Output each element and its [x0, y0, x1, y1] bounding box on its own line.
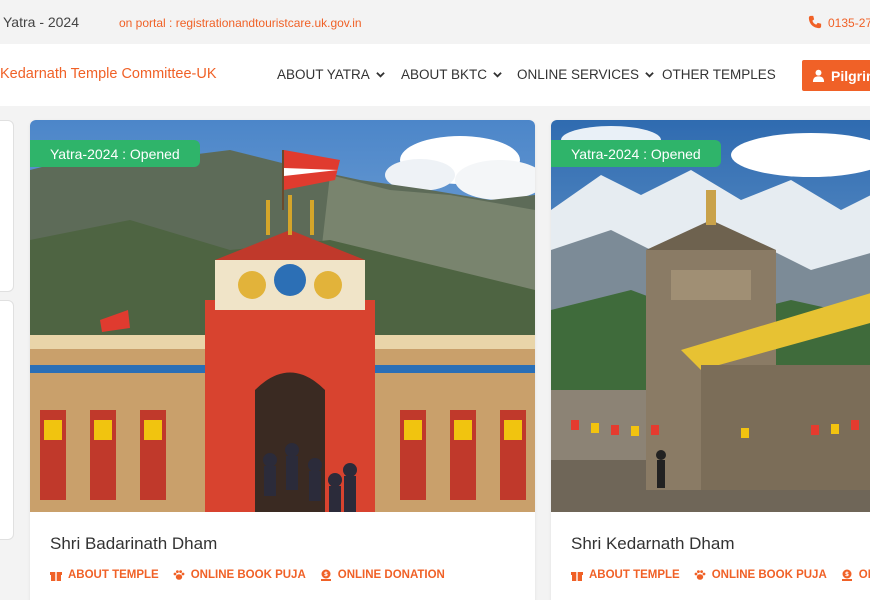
pilgrim-button-label: Pilgrim [831, 67, 870, 84]
badrinath-temple-image [30, 120, 535, 512]
user-icon [812, 69, 825, 82]
temple-title[interactable]: Shri Kedarnath Dham [571, 534, 734, 554]
phone-number[interactable]: 0135-27 [828, 16, 870, 30]
about-temple-link[interactable]: ABOUT TEMPLE [50, 569, 159, 581]
donation-icon: $ [841, 569, 852, 581]
chevron-down-icon [645, 72, 654, 78]
online-donation-link[interactable]: $ ONLINE DONATION [320, 569, 445, 581]
online-donation-label: ONLINE DONATION [337, 569, 445, 581]
temple-card-badrinath[interactable]: Yatra-2024 : Opened Shri Badarinath Dham… [30, 120, 535, 600]
about-temple-label: ABOUT TEMPLE [68, 569, 159, 581]
nav-about-bktc[interactable]: ABOUT BKTC [401, 67, 502, 82]
temple-links: ABOUT TEMPLE ONLINE BOOK PUJA $ ONLINE D… [50, 569, 445, 581]
nav-online-services-label: ONLINE SERVICES [517, 67, 640, 82]
online-book-puja-link[interactable]: ONLINE BOOK PUJA [173, 569, 306, 581]
online-book-puja-link[interactable]: ONLINE BOOK PUJA [694, 569, 827, 581]
chevron-down-icon [376, 72, 385, 78]
pilgrim-button[interactable]: Pilgrim [802, 60, 870, 91]
kedarnath-temple-image [551, 120, 870, 512]
nav-other-temples-label: OTHER TEMPLES [662, 67, 776, 82]
online-donation-link[interactable]: $ ONLINE DONATION [841, 569, 870, 581]
online-donation-label: ONLINE DONATION [858, 569, 870, 581]
nav-about-yatra-label: ABOUT YATRA [277, 67, 370, 82]
nav-online-services[interactable]: ONLINE SERVICES [517, 67, 654, 82]
side-card-partial [0, 120, 14, 292]
nav-about-yatra[interactable]: ABOUT YATRA [277, 67, 385, 82]
paw-icon [694, 570, 706, 580]
nav-about-bktc-label: ABOUT BKTC [401, 67, 488, 82]
svg-text:$: $ [324, 571, 328, 578]
nav-other-temples[interactable]: OTHER TEMPLES [662, 67, 776, 82]
about-temple-link[interactable]: ABOUT TEMPLE [571, 569, 680, 581]
online-book-puja-label: ONLINE BOOK PUJA [190, 569, 306, 581]
gift-icon [50, 572, 62, 581]
main-nav: Kedarnath Temple Committee-UK ABOUT YATR… [0, 44, 870, 106]
yatra-status-badge: Yatra-2024 : Opened [30, 140, 200, 167]
temple-links: ABOUT TEMPLE ONLINE BOOK PUJA $ ONLINE D… [571, 569, 870, 581]
phone-icon [808, 15, 822, 29]
svg-text:$: $ [845, 571, 849, 578]
temple-card-kedarnath[interactable]: Yatra-2024 : Opened Shri Kedarnath Dham … [551, 120, 870, 600]
about-temple-label: ABOUT TEMPLE [589, 569, 680, 581]
gift-icon [571, 572, 583, 581]
yatra-status-badge: Yatra-2024 : Opened [551, 140, 721, 167]
brand-logo-text[interactable]: Kedarnath Temple Committee-UK [0, 66, 217, 82]
chevron-down-icon [493, 72, 502, 78]
online-book-puja-label: ONLINE BOOK PUJA [711, 569, 827, 581]
donation-icon: $ [320, 569, 331, 581]
side-card-partial [0, 300, 14, 540]
top-info-bar: Yatra - 2024 on portal : registrationand… [0, 0, 870, 44]
temple-title[interactable]: Shri Badarinath Dham [50, 534, 217, 554]
paw-icon [173, 570, 185, 580]
portal-link[interactable]: on portal : registrationandtouristcare.u… [119, 16, 362, 30]
yatra-year-text: Yatra - 2024 [3, 14, 80, 30]
